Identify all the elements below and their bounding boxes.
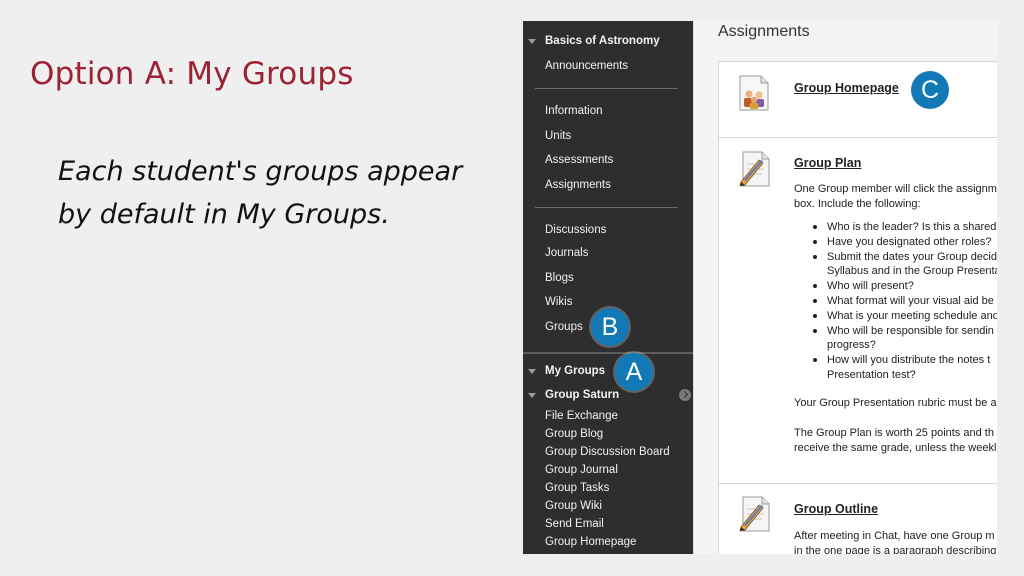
requirements-list: Who is the leader? Is this a shared Have…: [811, 220, 997, 383]
slide-title: Option A: My Groups: [30, 56, 354, 92]
menu-item-journals[interactable]: Journals: [545, 247, 588, 259]
group-item-file-exchange[interactable]: File Exchange: [545, 410, 618, 422]
list-item: Submit the dates your Group decid Syllabu…: [811, 250, 997, 280]
item-divider: [719, 483, 997, 484]
menu-item-announcements[interactable]: Announcements: [545, 60, 628, 72]
menu-section-divider: [523, 352, 693, 354]
menu-item-blogs[interactable]: Blogs: [545, 272, 574, 284]
course-menu: Basics of Astronomy Announcements Inform…: [523, 21, 693, 554]
group-item-tasks[interactable]: Group Tasks: [545, 482, 609, 494]
course-title[interactable]: Basics of Astronomy: [545, 35, 660, 47]
slide-body: Each student's groups appear by default …: [58, 150, 498, 236]
menu-item-discussions[interactable]: Discussions: [545, 224, 606, 236]
description-line: receive the same grade, unless the weekl: [794, 442, 997, 454]
description-line: One Group member will click the assignm: [794, 183, 997, 195]
menu-divider: [535, 88, 678, 89]
group-people-icon: [739, 75, 769, 111]
slide-body-line: by default in My Groups.: [58, 199, 390, 230]
list-item: Who will present?: [811, 279, 997, 294]
list-item: Who is the leader? Is this a shared: [811, 220, 997, 235]
assignment-description: After meeting in Chat, have one Group m …: [794, 529, 997, 554]
points-note: The Group Plan is worth 25 points and th…: [794, 426, 997, 456]
menu-item-information[interactable]: Information: [545, 105, 603, 117]
group-name[interactable]: Group Saturn: [545, 389, 619, 401]
rubric-note: Your Group Presentation rubric must be a: [794, 397, 997, 409]
chevron-right-icon[interactable]: [679, 389, 691, 401]
group-item-send-email[interactable]: Send Email: [545, 518, 604, 530]
assignment-list: Group Homepage C Group Plan One Group me…: [718, 61, 997, 554]
description-line: in the one page is a paragraph describin…: [794, 545, 997, 554]
list-item: How will you distribute the notes t Prese…: [811, 353, 997, 383]
assignment-title-group-outline[interactable]: Group Outline: [794, 502, 878, 516]
list-item: What format will your visual aid be: [811, 294, 997, 309]
lms-screenshot: Basics of Astronomy Announcements Inform…: [523, 21, 997, 554]
menu-item-assignments[interactable]: Assignments: [545, 179, 611, 191]
description-line: After meeting in Chat, have one Group m: [794, 530, 995, 542]
menu-divider: [535, 207, 678, 208]
collapse-triangle-icon[interactable]: [528, 393, 536, 398]
menu-item-wikis[interactable]: Wikis: [545, 296, 572, 308]
group-item-blog[interactable]: Group Blog: [545, 428, 603, 440]
menu-item-groups[interactable]: Groups: [545, 321, 583, 333]
slide-body-line: Each student's groups appear: [58, 156, 463, 187]
list-item: What is your meeting schedule and: [811, 309, 997, 324]
item-divider: [719, 137, 997, 138]
callout-badge-b: B: [591, 308, 629, 346]
assignment-pencil-icon: [739, 151, 770, 187]
page-title: Assignments: [718, 23, 810, 40]
callout-badge-a: A: [615, 353, 653, 391]
content-area: Assignments Group Homepage C Group Plan …: [693, 21, 997, 554]
list-item: Have you designated other roles?: [811, 235, 997, 250]
group-item-homepage[interactable]: Group Homepage: [545, 536, 636, 548]
menu-item-units[interactable]: Units: [545, 130, 571, 142]
menu-item-assessments[interactable]: Assessments: [545, 154, 613, 166]
group-item-journal[interactable]: Group Journal: [545, 464, 618, 476]
description-line: box. Include the following:: [794, 198, 921, 210]
group-item-discussion-board[interactable]: Group Discussion Board: [545, 446, 670, 458]
collapse-triangle-icon[interactable]: [528, 369, 536, 374]
my-groups-header[interactable]: My Groups: [545, 365, 605, 377]
list-item: Who will be responsible for sendin progre…: [811, 324, 997, 354]
assignment-title-group-plan[interactable]: Group Plan: [794, 156, 861, 170]
assignment-pencil-icon: [739, 496, 770, 532]
group-item-wiki[interactable]: Group Wiki: [545, 500, 602, 512]
collapse-triangle-icon[interactable]: [528, 39, 536, 44]
description-line: The Group Plan is worth 25 points and th: [794, 427, 994, 439]
assignment-description: One Group member will click the assignm …: [794, 182, 997, 212]
assignment-title-group-homepage[interactable]: Group Homepage: [794, 81, 899, 95]
callout-badge-c: C: [911, 71, 949, 109]
